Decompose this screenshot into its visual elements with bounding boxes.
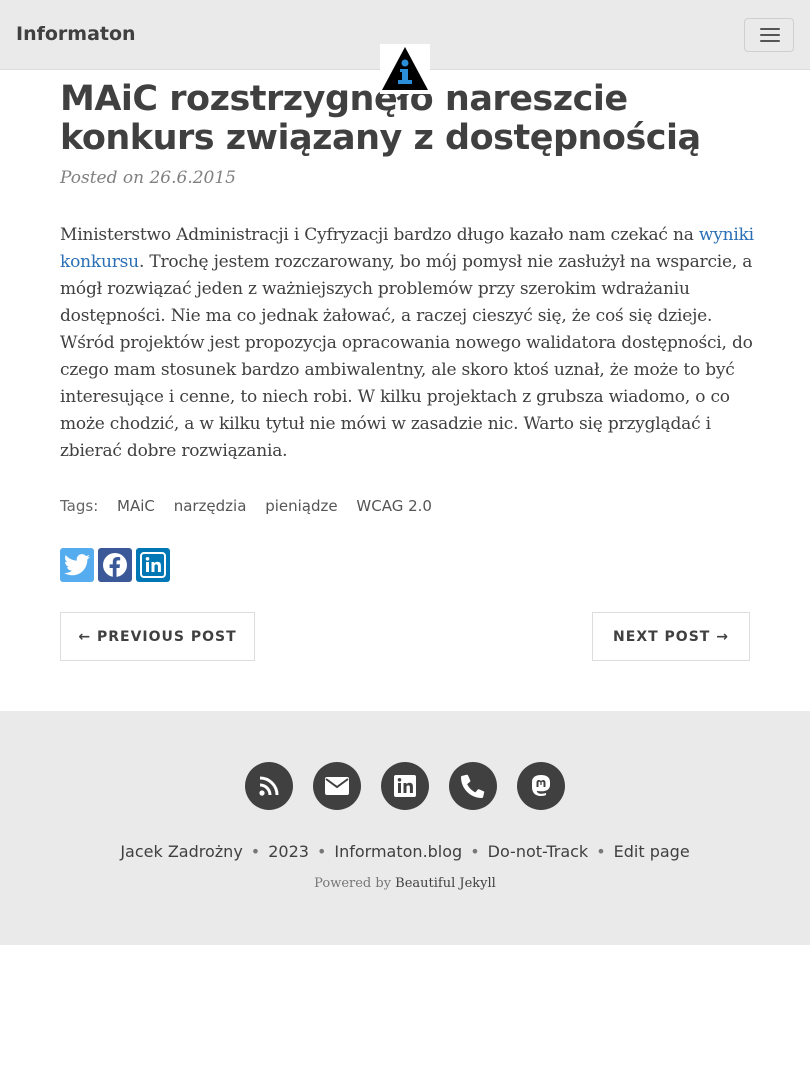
tag-link[interactable]: WCAG 2.0 [356, 497, 432, 515]
twitter-icon [64, 554, 90, 576]
footer-links: Jacek Zadrożny • 2023 • Informaton.blog • Do-n… [0, 842, 810, 861]
footer-phone-button[interactable] [449, 762, 497, 810]
tag-link[interactable]: pieniądze [265, 497, 337, 515]
previous-post-button[interactable]: ← PREVIOUS POST [60, 612, 255, 661]
linkedin-icon [140, 552, 166, 578]
footer-author: Jacek Zadrożny [120, 842, 243, 861]
share-linkedin-button[interactable] [136, 548, 170, 582]
rss-icon [259, 776, 279, 796]
info-triangle-logo-icon [382, 47, 428, 90]
powered-by: Powered by Beautiful Jekyll [0, 876, 810, 891]
tag-link[interactable]: MAiC [117, 497, 155, 515]
footer-year: 2023 [268, 842, 309, 861]
footer-dnt-link[interactable]: Do-not-Track [488, 842, 589, 861]
footer-edit-link[interactable]: Edit page [614, 842, 690, 861]
mastodon-icon [532, 775, 550, 796]
envelope-icon [325, 777, 349, 795]
site-logo-avatar[interactable] [380, 44, 430, 94]
footer-linkedin-button[interactable] [381, 762, 429, 810]
post-tags: Tags: MAiC narzędzia pieniądze WCAG 2.0 [60, 497, 446, 515]
linkedin-icon [394, 775, 416, 797]
footer-separator: • [596, 842, 606, 861]
hamburger-bar [760, 40, 780, 42]
post-body: Ministerstwo Administracji i Cyfryzacji … [60, 222, 760, 465]
share-facebook-button[interactable] [98, 548, 132, 582]
facebook-icon [103, 553, 127, 578]
footer: Jacek Zadrożny • 2023 • Informaton.blog • Do-n… [0, 711, 810, 945]
footer-mastodon-button[interactable] [517, 762, 565, 810]
share-buttons [60, 548, 170, 582]
footer-social-links [245, 762, 565, 810]
phone-icon [461, 774, 485, 798]
next-post-button[interactable]: NEXT POST → [592, 612, 750, 661]
menu-toggle-button[interactable] [744, 18, 794, 52]
footer-email-button[interactable] [313, 762, 361, 810]
footer-separator: • [470, 842, 480, 861]
tags-label: Tags: [60, 497, 99, 515]
post-body-text: Ministerstwo Administracji i Cyfryzacji … [60, 225, 699, 245]
share-twitter-button[interactable] [60, 548, 94, 582]
post-meta: Posted on 26.6.2015 [60, 168, 236, 188]
footer-separator: • [316, 842, 327, 861]
powered-by-link[interactable]: Beautiful Jekyll [395, 876, 496, 891]
footer-site-link[interactable]: Informaton.blog [334, 842, 462, 861]
footer-rss-button[interactable] [245, 762, 293, 810]
hamburger-bar [760, 28, 780, 30]
hamburger-bar [760, 34, 780, 36]
powered-prefix: Powered by [314, 876, 396, 891]
tag-link[interactable]: narzędzia [174, 497, 247, 515]
footer-separator: • [250, 842, 261, 861]
post-body-text: . Trochę jestem rozczarowany, bo mój pom… [60, 252, 753, 461]
site-brand[interactable]: Informaton [16, 23, 136, 45]
